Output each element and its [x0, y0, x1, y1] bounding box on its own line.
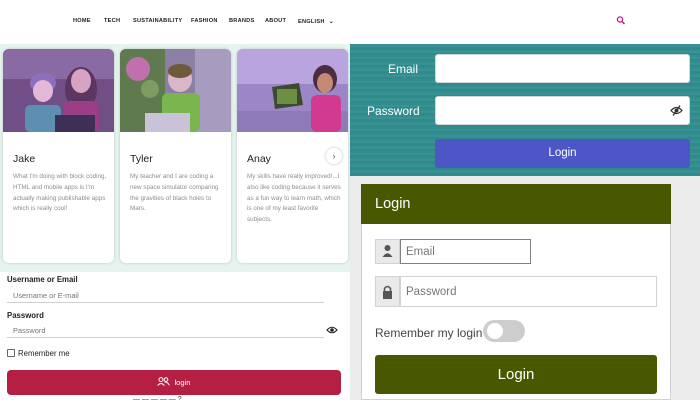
- card-quote: My skills have really improved!...I also…: [247, 173, 341, 224]
- student-photo: [120, 49, 231, 132]
- remember-checkbox[interactable]: [7, 349, 15, 357]
- users-icon: [157, 377, 171, 386]
- chevron-down-icon: ⌄: [328, 19, 334, 25]
- testimonial-card[interactable]: Jake What I'm doing with block coding, H…: [3, 49, 114, 263]
- card-quote: My teacher and I are coding a new space …: [130, 173, 219, 213]
- card-name: Anay: [247, 153, 271, 165]
- nav-tech[interactable]: TECH: [104, 18, 120, 24]
- nav-language[interactable]: ENGLISH ⌄: [298, 18, 334, 25]
- testimonial-carousel: Jake What I'm doing with block coding, H…: [0, 44, 350, 272]
- top-nav: HOME TECH SUSTAINABILITY FASHION BRANDS …: [0, 0, 700, 44]
- student-photo: [3, 49, 114, 132]
- remember-label: Remember me: [18, 349, 70, 358]
- teal-password-input[interactable]: [435, 96, 690, 125]
- green-password-input[interactable]: Password: [400, 276, 657, 307]
- lock-icon: [383, 285, 392, 299]
- form-footer-link[interactable]: — — — — — ?: [133, 396, 182, 400]
- testimonial-card[interactable]: Tyler My teacher and I are coding a new …: [120, 49, 231, 263]
- card-name: Jake: [13, 153, 36, 165]
- card-name: Tyler: [130, 153, 153, 165]
- teal-email-input[interactable]: [435, 54, 690, 83]
- remember-login-label: Remember my login: [375, 326, 483, 340]
- green-email-input[interactable]: Email: [400, 239, 531, 264]
- teal-login-button[interactable]: Login: [435, 139, 690, 168]
- username-label: Username or Email: [7, 275, 78, 284]
- lock-icon-addon: [375, 276, 400, 307]
- card-quote: What I'm doing with block coding, HTML a…: [13, 173, 107, 213]
- eye-icon[interactable]: [326, 325, 338, 335]
- search-icon[interactable]: [616, 15, 626, 27]
- teal-email-label: Email: [388, 62, 419, 76]
- nav-brands[interactable]: BRANDS: [229, 18, 254, 24]
- student-photo: [237, 49, 348, 132]
- nav-about[interactable]: ABOUT: [265, 18, 286, 24]
- eye-slash-icon[interactable]: [670, 104, 683, 117]
- teal-password-label: Password: [367, 104, 420, 118]
- login-button[interactable]: login: [7, 370, 341, 395]
- login-card-title: Login: [375, 196, 411, 212]
- toggle-knob: [487, 323, 503, 339]
- nav-home[interactable]: HOME: [73, 18, 91, 24]
- login-button-label: login: [174, 378, 191, 387]
- nav-fashion[interactable]: FASHION: [191, 18, 218, 24]
- user-icon-addon: [375, 239, 400, 264]
- language-label: ENGLISH: [298, 19, 325, 25]
- chevron-right-icon[interactable]: ›: [326, 148, 342, 164]
- nav-sustainability[interactable]: SUSTAINABILITY: [133, 18, 182, 24]
- username-input[interactable]: [7, 289, 324, 303]
- green-login-button[interactable]: Login: [375, 355, 657, 394]
- user-icon: [382, 245, 393, 257]
- password-label: Password: [7, 311, 44, 320]
- password-input[interactable]: [7, 324, 324, 338]
